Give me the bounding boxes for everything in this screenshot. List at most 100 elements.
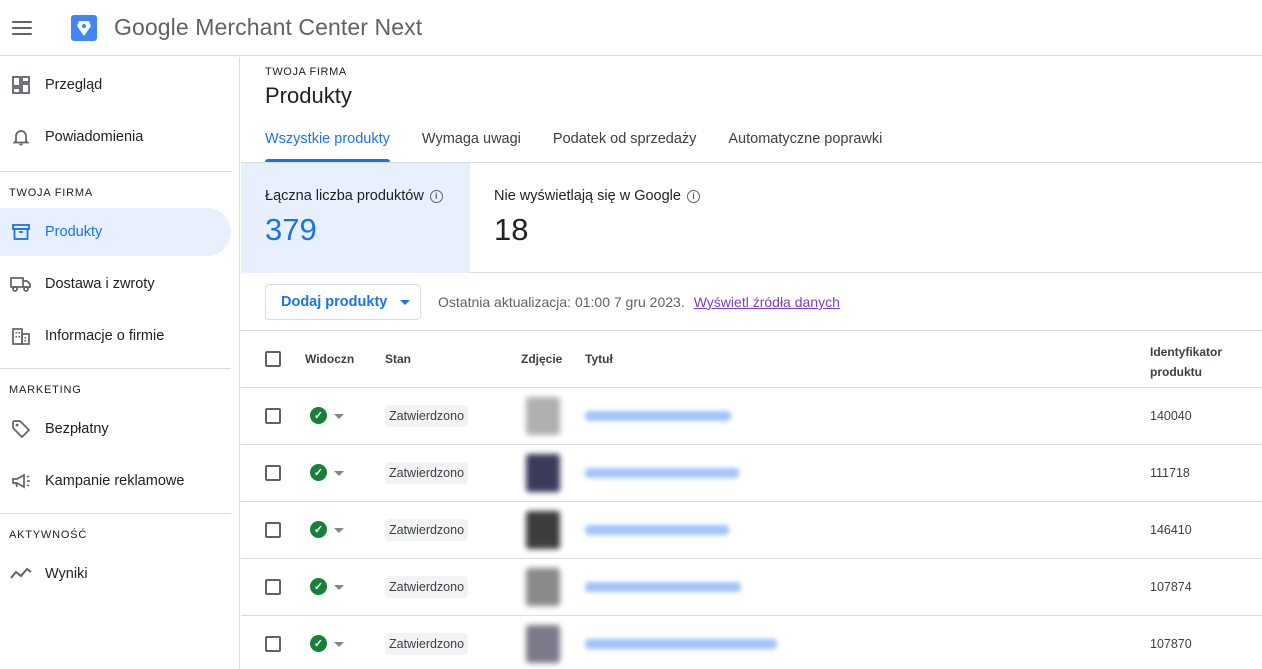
product-id: 146410 — [1150, 523, 1192, 537]
visibility-dropdown-icon[interactable] — [334, 642, 344, 647]
visibility-dropdown-icon[interactable] — [334, 471, 344, 476]
product-thumbnail[interactable] — [526, 511, 560, 549]
sidebar-item-przeglad[interactable]: Przegląd — [0, 61, 231, 109]
dashboard-icon — [10, 74, 32, 96]
building-icon — [10, 325, 32, 347]
tab-automatyczne-poprawki[interactable]: Automatyczne poprawki — [728, 117, 882, 162]
header-product-id[interactable]: Identyfikator produktu — [1150, 342, 1222, 382]
visibility-dropdown-icon[interactable] — [334, 528, 344, 533]
status-badge: Zatwierdzono — [385, 519, 469, 541]
product-thumbnail[interactable] — [526, 625, 560, 663]
sidebar-item-label: Dostawa i zwroty — [45, 276, 155, 292]
sidebar-item-wyniki[interactable]: Wyniki — [0, 550, 231, 598]
header-status[interactable]: Stan — [385, 352, 411, 366]
row-checkbox[interactable] — [265, 636, 281, 652]
data-sources-link[interactable]: Wyświetl źródła danych — [694, 294, 840, 310]
sidebar: Przegląd Powiadomienia TWOJA FIRMA Produ… — [0, 57, 240, 669]
info-icon[interactable]: i — [429, 189, 443, 203]
stat-label: Nie wyświetlają się w Google — [494, 188, 681, 204]
check-circle-icon: ✓ — [310, 407, 327, 424]
last-updated-text: Ostatnia aktualizacja: 01:00 7 gru 2023. — [438, 294, 685, 310]
main-content: TWOJA FIRMA Produkty Wszystkie produkty … — [241, 57, 1262, 669]
sidebar-item-label: Wyniki — [45, 566, 88, 582]
table-header: Widoczn Stan Zdjęcie Tytuł Identyfikator… — [241, 331, 1262, 388]
product-title-link[interactable] — [585, 411, 731, 421]
sidebar-item-label: Kampanie reklamowe — [45, 473, 185, 489]
menu-icon[interactable] — [12, 20, 32, 35]
add-products-button[interactable]: Dodaj produkty — [265, 284, 421, 320]
check-circle-icon: ✓ — [310, 635, 327, 652]
product-id: 140040 — [1150, 409, 1192, 423]
row-checkbox[interactable] — [265, 522, 281, 538]
tab-podatek[interactable]: Podatek od sprzedaży — [553, 117, 696, 162]
info-icon[interactable]: i — [686, 189, 700, 203]
stats-row: Łączna liczba produktów i 379 Nie wyświet… — [241, 163, 1262, 273]
sidebar-item-informacje[interactable]: Informacje o firmie — [0, 312, 231, 360]
stat-not-showing[interactable]: Nie wyświetlają się w Google i 18 — [470, 163, 770, 273]
product-thumbnail[interactable] — [526, 568, 560, 606]
product-title-link[interactable] — [585, 525, 729, 535]
header-title[interactable]: Tytuł — [585, 352, 613, 366]
sidebar-item-powiadomienia[interactable]: Powiadomienia — [0, 113, 231, 161]
product-id: 107870 — [1150, 637, 1192, 651]
table-row[interactable]: ✓ Zatwierdzono 146410 — [241, 502, 1262, 559]
sidebar-item-label: Powiadomienia — [45, 129, 144, 145]
app-title: Google Merchant Center Next — [114, 14, 423, 40]
sidebar-item-label: Przegląd — [45, 77, 103, 93]
sidebar-item-bezplatny[interactable]: Bezpłatny — [0, 405, 231, 453]
sidebar-divider — [0, 513, 231, 514]
sidebar-divider — [0, 368, 231, 369]
archive-icon — [10, 221, 32, 243]
page-overline: TWOJA FIRMA — [265, 66, 347, 78]
product-thumbnail[interactable] — [526, 454, 560, 492]
top-app-bar: Google Merchant Center Next — [0, 0, 1262, 56]
tab-wymaga-uwagi[interactable]: Wymaga uwagi — [422, 117, 521, 162]
header-image: Zdjęcie — [521, 352, 563, 366]
sidebar-section-label: TWOJA FIRMA — [9, 187, 93, 199]
check-circle-icon: ✓ — [310, 521, 327, 538]
tab-wszystkie-produkty[interactable]: Wszystkie produkty — [265, 117, 390, 162]
product-id: 107874 — [1150, 580, 1192, 594]
status-badge: Zatwierdzono — [385, 405, 469, 427]
sidebar-item-label: Informacje o firmie — [45, 328, 165, 344]
table-row[interactable]: ✓ Zatwierdzono 107870 — [241, 616, 1262, 669]
sidebar-item-kampanie[interactable]: Kampanie reklamowe — [0, 457, 231, 505]
table-row[interactable]: ✓ Zatwierdzono 107874 — [241, 559, 1262, 616]
row-checkbox[interactable] — [265, 465, 281, 481]
sidebar-item-label: Bezpłatny — [45, 421, 109, 437]
merchant-center-logo — [70, 14, 98, 42]
table-row[interactable]: ✓ Zatwierdzono 111718 — [241, 445, 1262, 502]
sidebar-item-dostawa[interactable]: Dostawa i zwroty — [0, 260, 231, 308]
product-title-link[interactable] — [585, 639, 777, 649]
product-title-link[interactable] — [585, 468, 739, 478]
row-checkbox[interactable] — [265, 579, 281, 595]
visibility-dropdown-icon[interactable] — [334, 585, 344, 590]
row-checkbox[interactable] — [265, 408, 281, 424]
product-thumbnail[interactable] — [526, 397, 560, 435]
header-visible[interactable]: Widoczn — [305, 352, 354, 366]
visibility-dropdown-icon[interactable] — [334, 414, 344, 419]
stat-total-products[interactable]: Łączna liczba produktów i 379 — [241, 163, 470, 273]
check-circle-icon: ✓ — [310, 464, 327, 481]
product-id: 111718 — [1150, 466, 1190, 480]
tag-icon — [10, 418, 32, 440]
sidebar-section-label: AKTYWNOŚĆ — [9, 529, 88, 541]
select-all-checkbox[interactable] — [265, 351, 281, 367]
status-badge: Zatwierdzono — [385, 462, 469, 484]
header-id-line1: Identyfikator — [1150, 345, 1223, 359]
stat-value: 379 — [265, 212, 317, 247]
check-circle-icon: ✓ — [310, 578, 327, 595]
add-products-label: Dodaj produkty — [281, 294, 388, 310]
trend-icon — [10, 563, 32, 585]
caret-down-icon — [400, 299, 411, 305]
table-row[interactable]: ✓ Zatwierdzono 140040 — [241, 388, 1262, 445]
product-title-link[interactable] — [585, 582, 741, 592]
sidebar-section-label: MARKETING — [9, 384, 82, 396]
stat-label: Łączna liczba produktów — [265, 188, 424, 204]
sidebar-item-label: Produkty — [45, 224, 103, 240]
bell-icon — [10, 126, 32, 148]
status-badge: Zatwierdzono — [385, 633, 469, 655]
stat-value: 18 — [494, 212, 529, 247]
status-badge: Zatwierdzono — [385, 576, 469, 598]
sidebar-item-produkty[interactable]: Produkty — [0, 208, 231, 256]
